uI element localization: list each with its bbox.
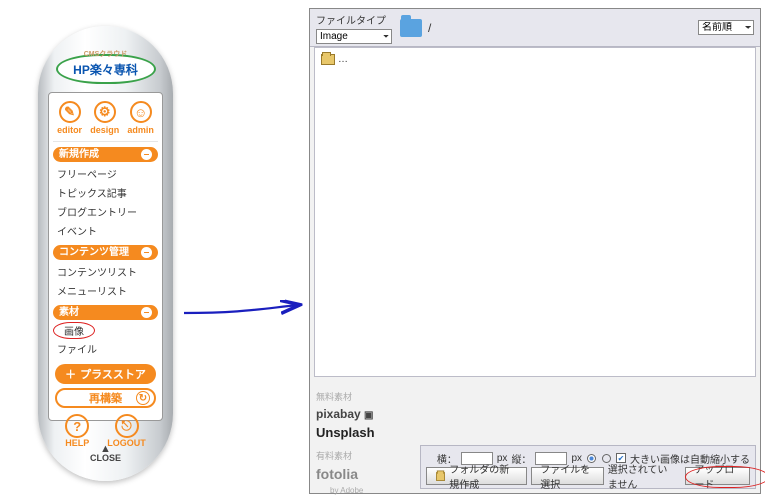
file-list-area[interactable]: … [314,47,756,377]
list-item[interactable]: … [321,54,348,65]
rebuild-button[interactable]: 再構築 ↻ [55,388,156,408]
pill-body: ✎ editor ⚙ design ☺ admin 新規作成 – フリーページ トピック… [48,92,163,421]
camera-icon: ▣ [364,410,373,421]
section-content[interactable]: コンテンツ管理 – [53,245,158,260]
sort-select[interactable]: 名前順 [698,20,754,35]
collapse-icon: – [141,307,152,318]
tab-design-label: design [90,125,119,135]
folder-icon [321,54,335,65]
section-assets-title: 素材 [59,305,79,320]
logout-button[interactable]: ⎋LOGOUT [107,414,146,448]
collapse-icon: – [141,247,152,258]
upload-toolbar: 横： px 縦： px ✔ 大きい画像は自動縮小する フォルダの新規作成 ファイ… [420,445,756,489]
item-topics[interactable]: トピックス記事 [53,183,158,202]
item-freepage[interactable]: フリーページ [53,164,158,183]
link-fotolia[interactable]: fotolia [316,464,410,485]
tab-admin[interactable]: ☺ admin [127,101,154,135]
item-file[interactable]: ファイル [53,339,158,358]
section-new[interactable]: 新規作成 – [53,147,158,162]
free-sources-heading: 無料素材 [316,391,410,405]
new-folder-label: フォルダの新規作成 [449,461,518,491]
rebuild-label: 再構築 [89,390,122,406]
close-label: CLOSE [90,453,121,463]
paid-sources-heading: 有料素材 [316,450,410,464]
dialog-topbar: ファイルタイプ Image / 名前順 [310,9,760,47]
refresh-icon: ↻ [136,391,150,405]
logo-title: HP楽々専科 [73,61,138,78]
section-assets[interactable]: 素材 – [53,305,158,320]
plus-icon: ＋ [65,366,76,382]
stock-sources: 無料素材 pixabay ▣ Unsplash 有料素材 fotolia by … [310,387,416,501]
plus-store-label: プラスストア [80,366,146,382]
link-pixabay[interactable]: pixabay ▣ [316,405,410,423]
fotolia-byline: by Adobe [316,485,410,497]
new-folder-button[interactable]: フォルダの新規作成 [426,467,527,485]
link-unsplash[interactable]: Unsplash [316,423,410,443]
item-blog[interactable]: ブログエントリー [53,202,158,221]
item-menu-list[interactable]: メニューリスト [53,281,158,300]
item-content-list[interactable]: コンテンツリスト [53,262,158,281]
item-event[interactable]: イベント [53,221,158,240]
no-file-text: 選択されていません [608,461,678,491]
file-type-select[interactable]: Image [316,29,392,44]
logo: CMSクラウド HP楽々専科 [56,54,156,84]
admin-pill-panel: CMSクラウド HP楽々専科 ✎ editor ⚙ design ☺ admin 新規… [38,26,173,481]
chevron-up-icon: ▲ [90,445,121,453]
arrow-icon [180,285,310,345]
list-item-label: … [338,54,348,65]
section-content-title: コンテンツ管理 [59,245,129,260]
file-browser-dialog: ファイルタイプ Image / 名前順 … 無料素材 pixabay ▣ Uns… [309,8,761,494]
plus-store-button[interactable]: ＋プラスストア [55,364,156,384]
logout-icon: ⎋ [115,414,139,438]
tab-editor[interactable]: ✎ editor [57,101,82,135]
gear-icon: ⚙ [94,101,116,123]
tab-editor-label: editor [57,125,82,135]
close-button[interactable]: ▲ CLOSE [90,445,121,463]
tab-design[interactable]: ⚙ design [90,101,119,135]
folder-icon [436,472,445,481]
item-image[interactable]: 画像 [53,322,95,339]
help-button[interactable]: ?HELP [65,414,89,448]
help-icon: ? [65,414,89,438]
highlight-oval-icon [685,466,765,488]
folder-icon [400,19,422,37]
path-text: / [428,21,431,35]
tab-admin-label: admin [127,125,154,135]
file-type-label: ファイルタイプ [316,12,392,27]
logo-subtitle: CMSクラウド [84,49,128,59]
user-icon: ☺ [130,101,152,123]
collapse-icon: – [141,149,152,160]
section-new-title: 新規作成 [59,147,99,162]
pencil-icon: ✎ [59,101,81,123]
mode-tabs: ✎ editor ⚙ design ☺ admin [53,97,158,142]
help-label: HELP [65,438,89,448]
choose-file-button[interactable]: ファイルを選択 [531,467,603,485]
